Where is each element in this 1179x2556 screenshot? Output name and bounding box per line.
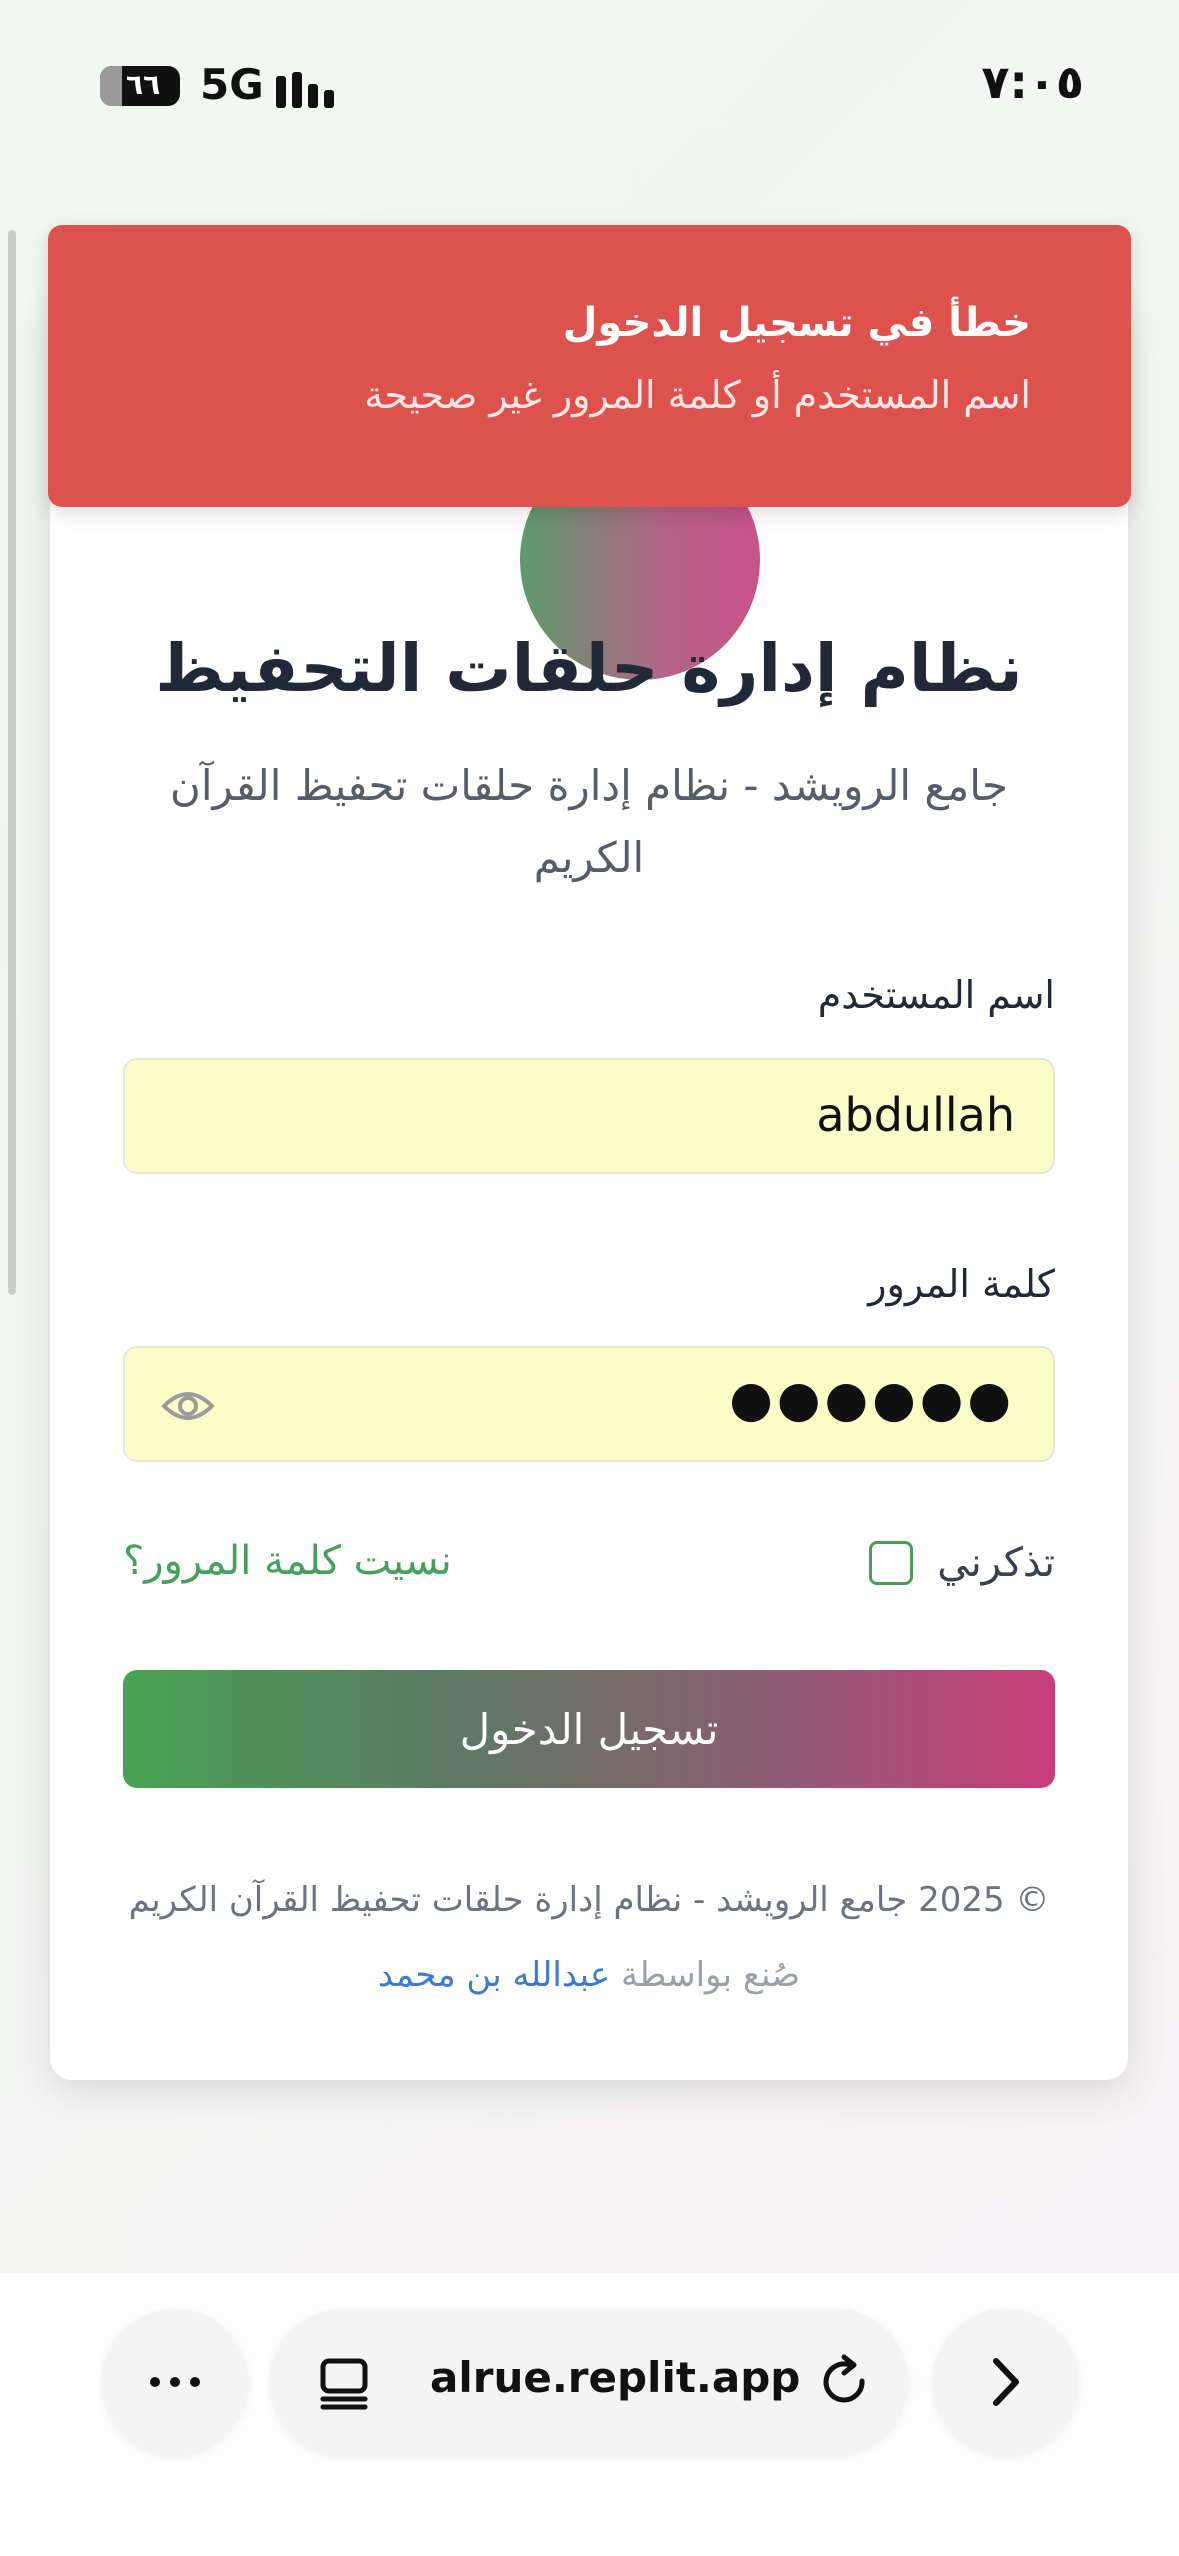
toast-message: اسم المستخدم أو كلمة المرور غير صحيحة bbox=[364, 373, 1031, 417]
password-value: ●●●●●● bbox=[729, 1370, 1015, 1428]
remember-checkbox[interactable] bbox=[869, 1541, 914, 1585]
remember-me[interactable]: تذكرني bbox=[869, 1540, 1055, 1586]
forgot-password-link[interactable]: نسيت كلمة المرور؟ bbox=[123, 1538, 452, 1584]
battery-icon: ٦٦ bbox=[100, 66, 180, 106]
credit-prefix: صُنع بواسطة bbox=[621, 1955, 801, 1995]
more-button[interactable] bbox=[102, 2309, 248, 2455]
remember-label: تذكرني bbox=[937, 1540, 1055, 1586]
error-toast[interactable]: خطأ في تسجيل الدخول اسم المستخدم أو كلمة… bbox=[48, 225, 1131, 507]
battery-level: ٦٦ bbox=[126, 68, 161, 101]
clock: ٧:٠٥ bbox=[981, 55, 1084, 109]
reload-icon[interactable] bbox=[818, 2353, 874, 2411]
browser-toolbar: alrue.replit.app bbox=[0, 2273, 1179, 2556]
credit-author-link[interactable]: عبدالله بن محمد bbox=[378, 1955, 610, 1995]
username-value: abdullah bbox=[816, 1088, 1015, 1142]
login-button[interactable]: تسجيل الدخول bbox=[123, 1670, 1055, 1788]
url-text: alrue.replit.app bbox=[430, 2353, 801, 2402]
network-type: 5G bbox=[200, 60, 264, 109]
username-label: اسم المستخدم bbox=[817, 973, 1055, 1017]
tabs-icon bbox=[320, 2358, 368, 2410]
scroll-indicator[interactable] bbox=[8, 230, 16, 1295]
footer-credit: صُنع بواسطة عبدالله بن محمد bbox=[50, 1955, 1128, 1995]
page-subtitle: جامع الرويشد - نظام إدارة حلقات تحفيظ ال… bbox=[169, 761, 1009, 882]
eye-icon[interactable] bbox=[161, 1384, 215, 1428]
username-field[interactable]: abdullah bbox=[123, 1058, 1055, 1174]
password-label: كلمة المرور bbox=[868, 1262, 1055, 1306]
page-title: نظام إدارة حلقات التحفيظ bbox=[155, 630, 1023, 707]
address-bar[interactable]: alrue.replit.app bbox=[270, 2309, 908, 2455]
password-field[interactable]: ●●●●●● bbox=[123, 1346, 1055, 1462]
signal-icon bbox=[276, 68, 346, 108]
status-bar: ٦٦ 5G ٧:٠٥ bbox=[0, 0, 1179, 170]
more-icon bbox=[150, 2377, 200, 2387]
login-card: نظام إدارة حلقات التحفيظ جامع الرويشد - … bbox=[50, 300, 1128, 2080]
forward-button[interactable] bbox=[933, 2309, 1079, 2455]
toast-title: خطأ في تسجيل الدخول bbox=[562, 300, 1031, 346]
footer-copyright: © 2025 جامع الرويشد - نظام إدارة حلقات ت… bbox=[128, 1880, 1050, 1920]
forward-icon bbox=[993, 2358, 1019, 2406]
